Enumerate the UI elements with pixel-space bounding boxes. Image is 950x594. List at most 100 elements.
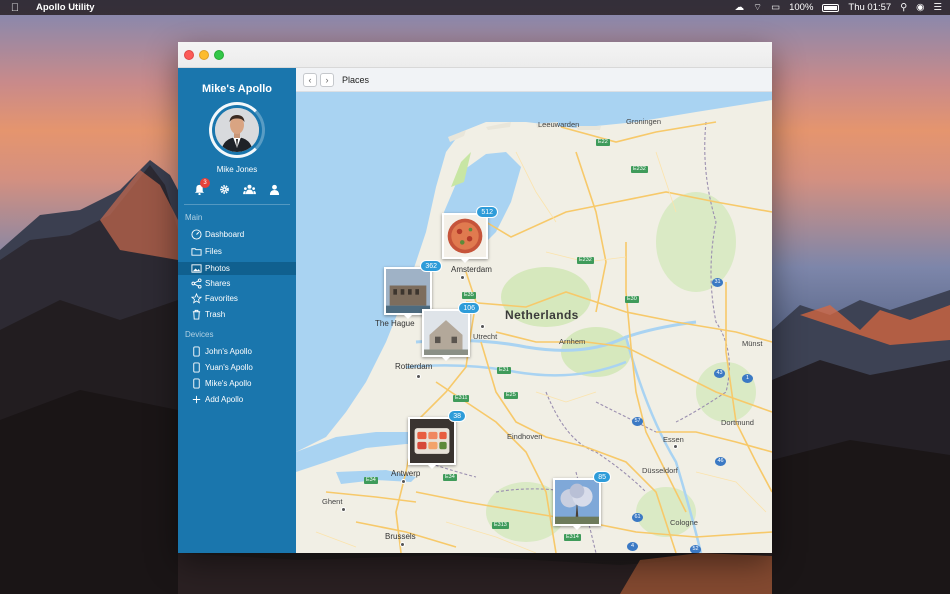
wifi-icon[interactable]: ⌔ [753,2,762,13]
city-label: Ghent [322,497,343,506]
sidebar-item-favorites[interactable]: Favorites [178,292,296,305]
gear-icon[interactable] [217,182,231,196]
cloud-icon[interactable]: ☁ [735,2,745,13]
city-label: Brussels [385,532,416,541]
sidebar-item-shares[interactable]: Shares [178,277,296,290]
forward-button[interactable]: › [320,72,334,87]
photo-count-badge: 85 [593,471,611,483]
star-icon [190,293,202,305]
photo-cluster-pin[interactable]: 85 [553,471,611,530]
menu-bar:  Apollo Utility ☁ ⌔ ▭ 100% Thu 01:57 ⚲ … [0,0,950,15]
share-icon [190,278,202,290]
toolbar: ‹ › Places [296,68,772,92]
highway-shield: 31 [712,278,723,287]
city-label: Rotterdam [395,362,433,371]
plus-icon [190,394,202,406]
highway-shield: 1 [742,374,753,383]
sidebar-item-label: Shares [205,279,231,288]
sidebar-item-johns-apollo[interactable]: John's Apollo [178,345,296,358]
places-map[interactable]: Leeuwarden Groningen Amsterdam The Hague… [296,92,772,553]
close-button[interactable] [184,50,194,60]
title-bar[interactable] [178,42,772,68]
road-shield: E34 [364,477,378,484]
highway-shield: 46 [715,457,726,466]
sidebar-item-photos[interactable]: Photos [178,262,296,275]
section-main: Main [185,213,203,222]
back-button[interactable]: ‹ [303,72,317,87]
highway-shield: 57 [632,417,643,426]
notification-center-icon[interactable]: ☰ [933,2,942,13]
dashboard-icon [190,229,202,241]
highway-shield: 61 [632,513,643,522]
sidebar-item-mikes-apollo[interactable]: Mike's Apollo [178,377,296,390]
section-devices: Devices [185,330,214,339]
battery-percent[interactable]: 100% [789,2,813,13]
zoom-button[interactable] [214,50,224,60]
road-shield: E311 [453,395,470,402]
city-label: Düsseldorf [642,466,678,475]
sidebar-item-label: Mike's Apollo [205,379,252,388]
spotlight-icon[interactable]: ⚲ [900,2,907,13]
users-icon[interactable] [243,182,257,196]
pizza-photo [444,215,486,257]
photo-count-badge: 106 [458,302,480,314]
city-dot [341,507,346,512]
sidebar-item-dashboard[interactable]: Dashboard [178,228,296,241]
highway-shield: 52 [690,545,701,553]
photo-cluster-pin[interactable]: 38 [408,410,466,469]
city-label: Amsterdam [451,265,492,274]
road-shield: E232 [631,166,648,173]
city-label: Groningen [626,117,662,126]
city-label: Cologne [670,518,698,527]
sidebar-item-trash[interactable]: Trash [178,308,296,321]
photo-cluster-pin[interactable]: 362 [384,260,442,319]
highway-shield: 4 [627,542,638,551]
road-shield: E30 [625,296,639,303]
folder-icon [190,246,202,258]
avatar[interactable] [215,108,259,152]
sidebar-item-label: Photos [205,264,230,273]
airplay-icon[interactable]: ▭ [771,2,780,13]
sidebar-item-label: Trash [205,310,226,319]
sidebar-item-label: Favorites [205,294,238,303]
road-shield: E31 [497,367,511,374]
sidebar-item-label: Yuan's Apollo [205,363,253,372]
tree-photo [555,480,599,524]
city-label: Münst [742,339,763,348]
sidebar-item-add-apollo[interactable]: Add Apollo [178,393,296,406]
road-shield: E25 [504,392,518,399]
city-label: Essen [663,435,684,444]
app-menu-name[interactable]: Apollo Utility [36,2,95,13]
user-icon[interactable] [268,182,282,196]
road-shield: E34 [443,474,457,481]
apple-menu-icon[interactable]:  [8,2,22,14]
bell-icon[interactable]: 3 [192,178,210,196]
device-icon [190,346,202,358]
device-icon [190,378,202,390]
siri-icon[interactable]: ◉ [916,2,924,13]
sidebar-item-files[interactable]: Files [178,245,296,258]
sidebar-divider [184,204,290,205]
notification-badge: 3 [200,178,210,188]
photo-cluster-pin[interactable]: 512 [442,206,498,263]
trash-icon [190,309,202,321]
city-label: Antwerp [391,469,421,478]
road-shield: E314 [564,534,581,541]
photo-cluster-pin[interactable]: 106 [422,302,480,361]
sidebar-item-label: Files [205,247,222,256]
city-label: Dortmund [721,418,754,427]
device-title: Mike's Apollo [201,83,273,95]
city-dot [673,444,678,449]
minimize-button[interactable] [199,50,209,60]
battery-icon[interactable] [822,3,840,12]
road-shield: E35 [462,292,476,299]
sidebar-item-label: Add Apollo [205,395,244,404]
sidebar-item-yuans-apollo[interactable]: Yuan's Apollo [178,361,296,374]
sidebar: Mike's Apollo Mike Jones 3 Main Dashboar… [178,68,296,553]
clock[interactable]: Thu 01:57 [848,2,891,13]
house-photo [424,311,468,355]
city-label: Utrecht [473,332,498,341]
device-icon [190,362,202,374]
photo-icon [190,263,202,275]
photo-count-badge: 512 [476,206,498,218]
